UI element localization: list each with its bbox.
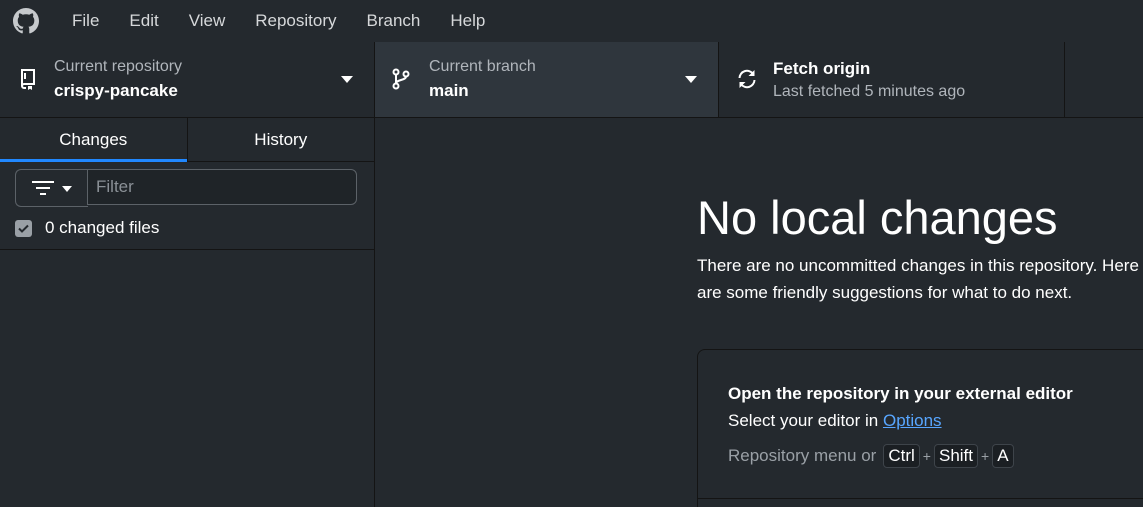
fetch-origin-label: Fetch origin <box>773 59 871 78</box>
key-shift: Shift <box>933 444 979 468</box>
filter-icon <box>32 181 54 195</box>
branch-dropdown-caret-icon <box>685 76 697 83</box>
last-fetched-text: Last fetched 5 minutes ago <box>773 83 966 100</box>
current-repository-name: crispy-pancake <box>54 81 178 100</box>
key-ctrl: Ctrl <box>883 444 920 468</box>
github-logo-icon <box>13 8 39 34</box>
options-link[interactable]: Options <box>883 411 942 430</box>
filter-options-button[interactable] <box>15 169 88 207</box>
repo-icon <box>21 69 35 90</box>
changed-files-count: 0 changed files <box>45 218 160 237</box>
filter-row <box>15 169 359 207</box>
fetch-origin-button[interactable]: Fetch origin Last fetched 5 minutes ago <box>719 42 1065 117</box>
sidebar: Changes History 0 changed files <box>0 118 375 507</box>
menu-file[interactable]: File <box>57 0 114 42</box>
current-repository-label: Current repository <box>54 58 183 75</box>
menu-help[interactable]: Help <box>435 0 500 42</box>
card-title: Open the repository in your external edi… <box>728 384 1073 403</box>
menu-edit[interactable]: Edit <box>114 0 173 42</box>
branch-icon <box>392 68 410 90</box>
page-description: There are no uncommitted changes in this… <box>697 256 1139 302</box>
shortcut-prefix: Repository menu or <box>728 446 877 465</box>
current-branch-button[interactable]: Current branch main <box>375 42 719 117</box>
tab-history[interactable]: History <box>187 118 374 161</box>
repository-dropdown-caret-icon <box>341 76 353 83</box>
card-divider <box>698 498 1143 499</box>
filter-dropdown-caret-icon <box>62 186 72 192</box>
sync-icon <box>738 69 756 89</box>
current-repository-button[interactable]: Current repository crispy-pancake <box>0 42 375 117</box>
changed-files-row: 0 changed files <box>15 216 159 240</box>
plus-separator: + <box>981 448 990 464</box>
menu-bar: File Edit View Repository Branch Help <box>0 0 1143 43</box>
card-description: Select your editor in Options <box>728 411 942 431</box>
plus-separator: + <box>922 448 931 464</box>
sidebar-tabs: Changes History <box>0 118 374 162</box>
main-content: No local changes There are no uncommitte… <box>375 118 1143 507</box>
filter-input[interactable] <box>87 169 357 205</box>
current-branch-name: main <box>429 81 469 100</box>
sidebar-divider <box>0 249 374 250</box>
card-description-text: Select your editor in <box>728 411 883 430</box>
key-a: A <box>992 444 1014 468</box>
keyboard-shortcut: Repository menu or Ctrl + Shift + A <box>728 444 1017 468</box>
current-branch-label: Current branch <box>429 58 536 75</box>
menu-view[interactable]: View <box>174 0 241 42</box>
menu-repository[interactable]: Repository <box>240 0 351 42</box>
toolbar: Current repository crispy-pancake Curren… <box>0 42 1143 118</box>
tab-changes[interactable]: Changes <box>0 118 188 162</box>
select-all-checkbox[interactable] <box>15 219 32 237</box>
open-in-editor-card: Open the repository in your external edi… <box>697 349 1143 507</box>
checkmark-icon <box>18 224 29 233</box>
menu-branch[interactable]: Branch <box>352 0 436 42</box>
page-title: No local changes <box>697 191 1058 244</box>
